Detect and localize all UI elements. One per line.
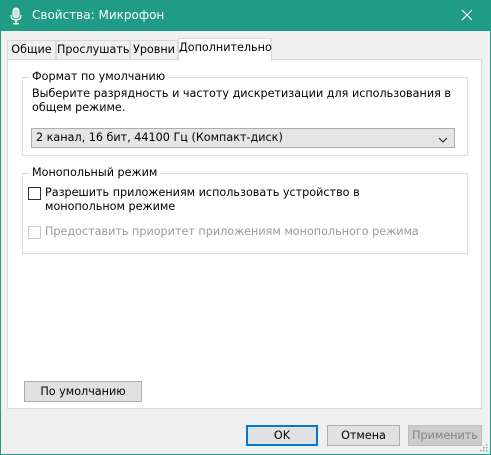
close-icon xyxy=(461,9,473,24)
window-title: Свойства: Микрофон xyxy=(32,8,165,22)
tab-general[interactable]: Общие xyxy=(7,40,56,59)
allow-exclusive-checkbox[interactable] xyxy=(28,187,41,200)
allow-exclusive-option[interactable]: Разрешить приложениям использовать устро… xyxy=(28,186,438,214)
resize-grip-icon[interactable] xyxy=(478,442,488,452)
tab-panel-advanced: Формат по умолчанию Выберите разрядность… xyxy=(7,59,482,409)
exclusive-mode-group: Монопольный режим Разрешить приложениям … xyxy=(22,166,468,254)
close-button[interactable] xyxy=(444,1,490,31)
tab-levels[interactable]: Уровни xyxy=(130,40,178,59)
default-format-description: Выберите разрядность и частоту дискретиз… xyxy=(32,87,451,114)
default-format-group: Формат по умолчанию Выберите разрядность… xyxy=(22,70,468,156)
tab-strip: Общие Прослушать Уровни Дополнительно xyxy=(1,31,490,61)
tab-listen[interactable]: Прослушать xyxy=(56,40,130,59)
give-priority-option: Предоставить приоритет приложениям моноп… xyxy=(28,225,448,239)
give-priority-label: Предоставить приоритет приложениям моноп… xyxy=(45,225,419,238)
apply-button: Применить xyxy=(408,425,482,446)
microphone-icon xyxy=(9,7,23,25)
tab-advanced[interactable]: Дополнительно xyxy=(178,38,272,61)
restore-defaults-button[interactable]: По умолчанию xyxy=(24,381,142,402)
properties-dialog: Свойства: Микрофон Общие Прослушать Уров… xyxy=(0,0,491,455)
default-format-legend: Формат по умолчанию xyxy=(29,70,169,84)
title-bar[interactable]: Свойства: Микрофон xyxy=(1,1,490,31)
chevron-down-icon xyxy=(438,134,448,143)
default-format-value: 2 канал, 16 бит, 44100 Гц (Компакт-диск) xyxy=(36,131,283,144)
cancel-button[interactable]: Отмена xyxy=(327,425,400,446)
allow-exclusive-label[interactable]: Разрешить приложениям использовать устро… xyxy=(45,186,438,214)
exclusive-mode-legend: Монопольный режим xyxy=(29,166,161,180)
ok-button[interactable]: OK xyxy=(246,425,318,446)
default-format-select[interactable]: 2 канал, 16 бит, 44100 Гц (Компакт-диск) xyxy=(31,128,455,148)
give-priority-checkbox xyxy=(28,226,41,239)
